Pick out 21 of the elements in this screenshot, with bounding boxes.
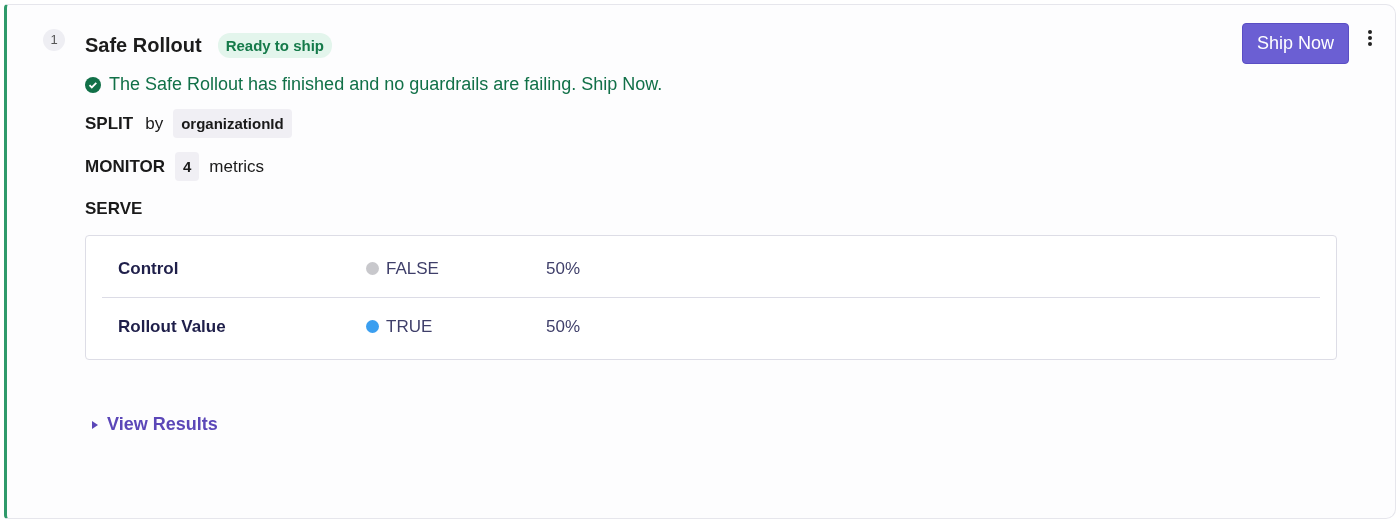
more-menu-icon[interactable] [1367,28,1373,47]
split-label: SPLIT [85,113,134,134]
rule-title: Safe Rollout [85,34,202,57]
monitor-label: MONITOR [85,156,165,177]
variation-value: TRUE [386,316,433,337]
metric-count: 4 [174,152,200,181]
serve-label: SERVE [85,199,144,219]
status-badge: Ready to ship [217,33,333,58]
metrics-text: metrics [209,156,265,177]
check-circle-icon [85,76,101,93]
by-text: by [145,113,164,134]
status-message: The Safe Rollout has finished and no guardrails are failing. Ship Now. [109,74,663,95]
variation-value: FALSE [386,258,439,279]
view-results-toggle[interactable]: View Results [91,414,218,435]
variation-name: Rollout Value [118,316,227,337]
attribute-chip: organizationId [173,109,292,138]
percent-value: 50% [546,316,582,337]
step-number: 1 [43,28,65,51]
variation-name: Control [118,258,180,279]
percent-value: 50% [546,258,582,279]
ship-now-button[interactable]: Ship Now [1241,23,1349,64]
